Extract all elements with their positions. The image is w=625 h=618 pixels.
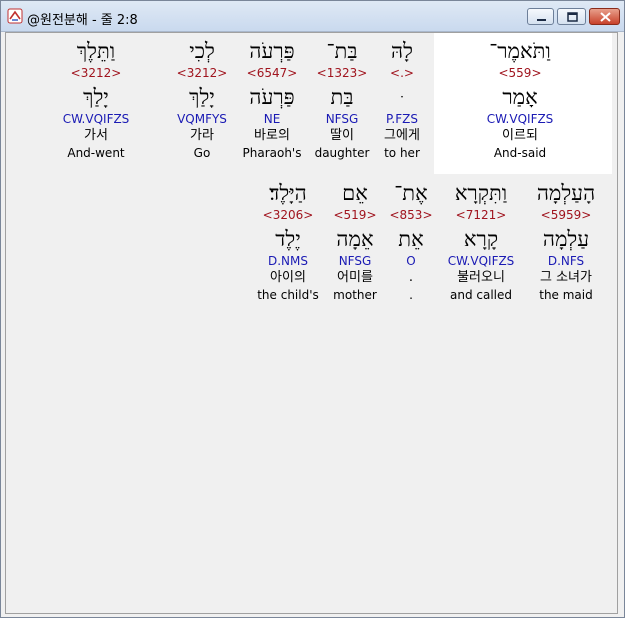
hebrew-lemma: קָרָא — [463, 227, 499, 251]
hebrew-word: לָהּ — [391, 39, 413, 63]
maximize-button[interactable] — [557, 8, 586, 25]
hebrew-lemma: יָלַךְ — [83, 85, 109, 109]
word-cell[interactable]: לָהּ <.> ּ P.FZS 그에게 to her — [376, 37, 428, 161]
korean-gloss: 어미를 — [337, 270, 373, 285]
korean-gloss: 그 소녀가 — [540, 270, 592, 285]
strong-number: <3206> — [262, 208, 314, 222]
korean-gloss: . — [408, 270, 414, 285]
strong-number: <6547> — [246, 66, 298, 80]
minimize-icon — [537, 19, 546, 21]
parsing-code: P.FZS — [386, 112, 418, 126]
parsing-code: CW.VQIFZS — [447, 254, 515, 268]
parsing-code: NFSG — [325, 112, 359, 126]
english-gloss: Go — [193, 146, 211, 160]
hebrew-lemma: פַּרְעֹה — [249, 85, 295, 109]
parsing-code: NE — [263, 112, 281, 126]
korean-gloss: 가라 — [190, 128, 214, 143]
hebrew-lemma: יָלַךְ — [189, 85, 215, 109]
word-cell[interactable]: הַיָּלֶד׃ <3206> יֶלֶד D.NMS 아이의 the chi… — [252, 179, 324, 303]
korean-gloss: 그에게 — [384, 128, 420, 143]
app-icon — [7, 8, 23, 24]
strong-number: <1323> — [316, 66, 368, 80]
window-title: @원전분해 - 줄 2:8 — [27, 13, 138, 28]
hebrew-lemma: עַלְמָה — [542, 227, 590, 251]
strong-number: <3212> — [176, 66, 228, 80]
hebrew-lemma: יֶלֶד — [275, 227, 301, 251]
parsing-code: O — [406, 254, 416, 268]
word-cell[interactable]: פַּרְעֹה <6547> פַּרְעֹה NE 바로의 Pharaoh'… — [238, 37, 306, 161]
strong-number: <3212> — [70, 66, 122, 80]
hebrew-lemma: ּ — [376, 83, 428, 111]
hebrew-lemma: בַּת — [330, 85, 354, 109]
strong-number: <5959> — [540, 208, 592, 222]
parsing-code: VQMFYS — [177, 112, 227, 126]
word-cell[interactable]: הָעַלְמָה <5959> עַלְמָה D.NFS 그 소녀가 the… — [524, 179, 608, 303]
english-gloss: mother — [333, 288, 377, 302]
hebrew-word: אֵם — [342, 181, 368, 205]
close-button[interactable] — [589, 8, 620, 25]
app-window: @원전분해 - 줄 2:8 וַתֵּלֶךְ <3212> יָלַךְ CW… — [0, 0, 625, 618]
word-cell[interactable]: אֵם <519> אֵמָה NFSG 어미를 mother — [328, 179, 382, 303]
parsing-code: CW.VQIFZS — [486, 112, 554, 126]
minimize-button[interactable] — [527, 8, 554, 25]
strong-number: <519> — [333, 208, 377, 222]
english-gloss: the maid — [539, 288, 593, 302]
english-gloss: and called — [449, 288, 512, 302]
strong-number: <.> — [390, 66, 414, 80]
word-cell[interactable]: בַּת־ <1323> בַּת NFSG 딸이 daughter — [310, 37, 374, 161]
parsing-code: NFSG — [338, 254, 372, 268]
word-cell[interactable]: לְכִי <3212> יָלַךְ VQMFYS 가라 Go — [166, 37, 238, 161]
hebrew-lemma: אֵת — [398, 227, 424, 251]
strong-number: <559> — [498, 66, 542, 80]
english-gloss: And-went — [67, 146, 125, 160]
word-cell[interactable]: וַתִּקְרָא <7121> קָרָא CW.VQIFZS 불러오니 a… — [438, 179, 524, 303]
korean-gloss: 바로의 — [254, 128, 290, 143]
close-icon — [600, 12, 611, 22]
english-gloss: . — [409, 288, 413, 302]
title-bar[interactable]: @원전분해 - 줄 2:8 — [1, 1, 624, 32]
hebrew-lemma: אֵמָה — [336, 227, 374, 251]
hebrew-word: וַתֵּלֶךְ — [76, 39, 116, 63]
word-cell[interactable]: וַתֵּלֶךְ <3212> יָלַךְ CW.VQIFZS 가서 And… — [56, 37, 136, 161]
english-gloss: the child's — [257, 288, 319, 302]
english-gloss: And-said — [493, 146, 547, 160]
interlinear-panel[interactable]: וַתֵּלֶךְ <3212> יָלַךְ CW.VQIFZS 가서 And… — [5, 32, 618, 614]
hebrew-word: בַּת־ — [326, 39, 358, 63]
strong-number: <7121> — [455, 208, 507, 222]
hebrew-word: פַּרְעֹה — [249, 39, 295, 63]
parsing-code: D.NFS — [547, 254, 585, 268]
hebrew-word: לְכִי — [189, 39, 215, 63]
english-gloss: daughter — [314, 146, 370, 160]
word-cell-selected[interactable]: וַתֹּאמֶר־ <559> אָמַר CW.VQIFZS 이르되 And… — [476, 37, 564, 161]
strong-number: <853> — [389, 208, 433, 222]
hebrew-word: הָעַלְמָה — [536, 181, 596, 205]
maximize-icon — [567, 12, 578, 22]
hebrew-word: אֶת־ — [394, 181, 428, 205]
hebrew-word: וַתֹּאמֶר־ — [489, 39, 551, 63]
korean-gloss: 불러오니 — [457, 270, 505, 285]
parsing-code: D.NMS — [267, 254, 308, 268]
hebrew-word: וַתִּקְרָא — [454, 181, 508, 205]
korean-gloss: 딸이 — [330, 128, 354, 143]
hebrew-word: הַיָּלֶד׃ — [269, 181, 307, 205]
korean-gloss: 이르되 — [502, 128, 538, 143]
word-cell[interactable]: אֶת־ <853> אֵת O . . — [386, 179, 436, 303]
korean-gloss: 아이의 — [270, 270, 306, 285]
korean-gloss: 가서 — [84, 128, 108, 143]
english-gloss: Pharaoh's — [242, 146, 302, 160]
parsing-code: CW.VQIFZS — [62, 112, 130, 126]
hebrew-lemma: אָמַר — [502, 85, 538, 109]
english-gloss: to her — [384, 146, 420, 160]
